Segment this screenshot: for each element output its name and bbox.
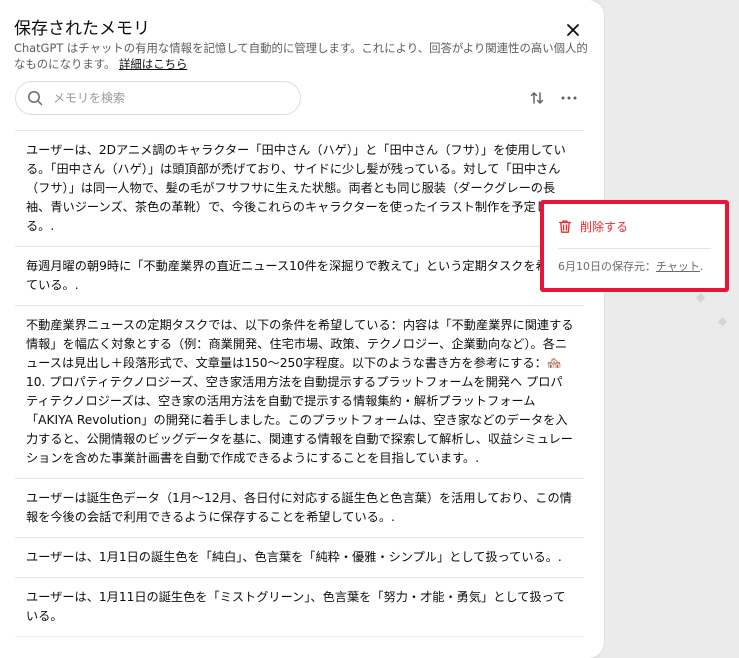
search-box[interactable] [15,81,301,115]
dialog-description: ChatGPT はチャットの有用な情報を記憶して自動的に管理します。これにより、… [14,40,594,72]
saved-memories-dialog: 保存されたメモリ ChatGPT はチャットの有用な情報を記憶して自動的に管理し… [0,0,604,658]
memory-item[interactable]: ユーザーは、2Dアニメ調のキャラクター「田中さん（ハゲ）」と「田中さん（フサ）」… [15,131,584,247]
popup-divider [558,248,711,249]
memory-text: 毎週月曜の朝9時に「不動産業界の直近ニュース10件を深掘りで教えて」という定期タ… [26,259,573,292]
delete-memory-button[interactable]: 削除する [558,216,711,236]
more-horizontal-icon [561,96,577,100]
memory-item[interactable]: 毎週月曜の朝9時に「不動産業界の直近ニュース10件を深掘りで教えて」という定期タ… [15,247,584,306]
memory-text: ユーザーは、2Dアニメ調のキャラクター「田中さん（ハゲ）」と「田中さん（フサ）」… [26,143,572,233]
memory-item[interactable]: ユーザーは、1月1日の誕生色を「純白」、色言葉を「純粋・優雅・シンプル」として扱… [15,538,584,578]
memory-item[interactable]: 不動産業界ニュースの定期タスクでは、以下の条件を希望している：内容は「不動産業界… [15,306,584,479]
sort-button[interactable] [528,89,546,107]
memory-text: ユーザーは誕生色データ（1月〜12月、各日付に対応する誕生色と色言葉）を活用して… [26,491,572,524]
close-icon [567,24,579,36]
search-input[interactable] [51,90,295,106]
details-link[interactable]: 詳細はこちら [119,57,187,71]
backdrop-diamond-icon: ◆ [718,314,728,328]
sort-icon [530,92,544,104]
source-chat-link[interactable]: チャット [656,260,700,273]
memory-item[interactable]: ユーザーは誕生色データ（1月〜12月、各日付に対応する誕生色と色言葉）を活用して… [15,479,584,538]
dialog-title: 保存されたメモリ [14,19,150,39]
memory-text: ユーザーは、1月1日の誕生色を「純白」、色言葉を「純粋・優雅・シンプル」として扱… [26,550,562,564]
source-prefix: 6月10日の保存元： [558,260,656,273]
modal-backdrop[interactable]: ◆ ◆ [600,0,739,658]
memory-text: 不動産業界ニュースの定期タスクでは、以下の条件を希望している：内容は「不動産業界… [26,318,574,465]
memory-list[interactable]: ユーザーは、2Dアニメ調のキャラクター「田中さん（ハゲ）」と「田中さん（フサ）」… [15,130,584,639]
memory-options-popup: 削除する 6月10日の保存元：チャット. [540,200,729,292]
delete-label: 削除する [580,219,629,234]
list-fade-overlay [15,628,584,658]
memory-source: 6月10日の保存元：チャット. [558,258,711,274]
backdrop-diamond-icon: ◆ [696,290,706,304]
source-suffix: . [699,260,704,273]
description-text: ChatGPT はチャットの有用な情報を記憶して自動的に管理します。これにより、… [14,41,588,71]
memory-text: ユーザーは、1月11日の誕生色を「ミストグリーン」、色言葉を「努力・才能・勇気」… [26,590,566,623]
close-button[interactable] [562,19,584,41]
search-icon [27,90,43,106]
trash-icon [558,219,572,233]
more-options-button[interactable] [559,89,579,107]
